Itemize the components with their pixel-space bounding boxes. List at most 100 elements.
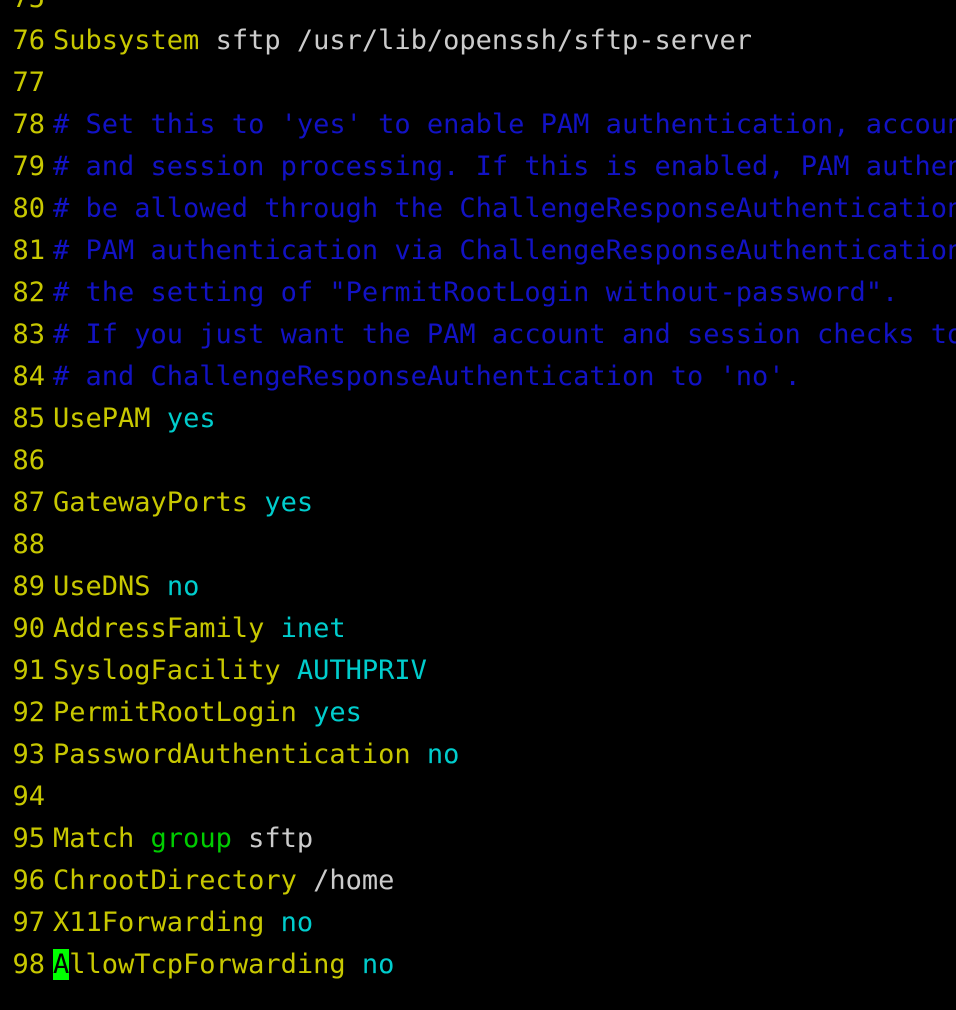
code-line-content: # Set this to 'yes' to enable PAM authen… bbox=[53, 104, 956, 146]
code-token: UseDNS bbox=[53, 571, 151, 602]
line-number: 93 bbox=[0, 734, 53, 776]
code-token bbox=[134, 823, 150, 854]
code-line-content: # and ChallengeResponseAuthentication to… bbox=[53, 356, 956, 398]
code-line[interactable]: 91SyslogFacility AUTHPRIV bbox=[0, 650, 956, 692]
code-line[interactable]: 77 bbox=[0, 62, 956, 104]
line-number: 85 bbox=[0, 398, 53, 440]
code-token: no bbox=[167, 571, 200, 602]
code-token: # be allowed through the ChallengeRespon… bbox=[53, 193, 956, 224]
code-line[interactable]: 92PermitRootLogin yes bbox=[0, 692, 956, 734]
code-token: # and session processing. If this is ena… bbox=[53, 151, 956, 182]
code-token bbox=[264, 613, 280, 644]
code-line[interactable]: 97X11Forwarding no bbox=[0, 902, 956, 944]
line-number: 86 bbox=[0, 440, 53, 482]
code-token: Subsystem bbox=[53, 25, 199, 56]
code-line-content: Match group sftp bbox=[53, 818, 956, 860]
code-token bbox=[411, 739, 427, 770]
code-token: yes bbox=[167, 403, 216, 434]
code-line[interactable]: 75 bbox=[0, 0, 956, 20]
code-token: Match bbox=[53, 823, 134, 854]
code-line[interactable]: 84# and ChallengeResponseAuthentication … bbox=[0, 356, 956, 398]
code-token bbox=[297, 865, 313, 896]
code-line[interactable]: 80# be allowed through the ChallengeResp… bbox=[0, 188, 956, 230]
code-line[interactable]: 83# If you just want the PAM account and… bbox=[0, 314, 956, 356]
code-token: /home bbox=[313, 865, 394, 896]
code-token: sftp /usr/lib/openssh/sftp-server bbox=[216, 25, 752, 56]
code-token: X11Forwarding bbox=[53, 907, 264, 938]
line-number: 78 bbox=[0, 104, 53, 146]
code-line-content: # If you just want the PAM account and s… bbox=[53, 314, 956, 356]
terminal-text-editor[interactable]: 7576Subsystem sftp /usr/lib/openssh/sftp… bbox=[0, 0, 956, 1010]
code-token: inet bbox=[281, 613, 346, 644]
line-number: 80 bbox=[0, 188, 53, 230]
line-number: 97 bbox=[0, 902, 53, 944]
code-token: no bbox=[281, 907, 314, 938]
code-line-content: # be allowed through the ChallengeRespon… bbox=[53, 188, 956, 230]
code-line[interactable]: 85UsePAM yes bbox=[0, 398, 956, 440]
line-number: 89 bbox=[0, 566, 53, 608]
code-token: # and ChallengeResponseAuthentication to… bbox=[53, 361, 801, 392]
line-number: 75 bbox=[0, 0, 53, 20]
code-line-content: PermitRootLogin yes bbox=[53, 692, 956, 734]
code-line-content: GatewayPorts yes bbox=[53, 482, 956, 524]
line-number: 95 bbox=[0, 818, 53, 860]
code-token: # Set this to 'yes' to enable PAM authen… bbox=[53, 109, 956, 140]
code-line-content: ChrootDirectory /home bbox=[53, 860, 956, 902]
code-line[interactable]: 81# PAM authentication via ChallengeResp… bbox=[0, 230, 956, 272]
code-line-content: PasswordAuthentication no bbox=[53, 734, 956, 776]
code-line-content: # the setting of "PermitRootLogin withou… bbox=[53, 272, 956, 314]
text-cursor: A bbox=[53, 949, 69, 980]
line-number: 96 bbox=[0, 860, 53, 902]
code-token bbox=[232, 823, 248, 854]
code-line[interactable]: 79# and session processing. If this is e… bbox=[0, 146, 956, 188]
code-line[interactable]: 96ChrootDirectory /home bbox=[0, 860, 956, 902]
code-token: llowTcpForwarding bbox=[69, 949, 345, 980]
code-token: AUTHPRIV bbox=[297, 655, 427, 686]
code-token: no bbox=[362, 949, 395, 980]
code-token: # the setting of "PermitRootLogin withou… bbox=[53, 277, 898, 308]
code-token: yes bbox=[313, 697, 362, 728]
line-number: 88 bbox=[0, 524, 53, 566]
code-line[interactable]: 87GatewayPorts yes bbox=[0, 482, 956, 524]
code-token bbox=[248, 487, 264, 518]
code-line-content: SyslogFacility AUTHPRIV bbox=[53, 650, 956, 692]
code-token: AddressFamily bbox=[53, 613, 264, 644]
code-token: UsePAM bbox=[53, 403, 151, 434]
line-number: 81 bbox=[0, 230, 53, 272]
line-number: 87 bbox=[0, 482, 53, 524]
line-number: 92 bbox=[0, 692, 53, 734]
code-token: ChrootDirectory bbox=[53, 865, 297, 896]
line-number: 79 bbox=[0, 146, 53, 188]
code-line[interactable]: 82# the setting of "PermitRootLogin with… bbox=[0, 272, 956, 314]
code-line[interactable]: 89UseDNS no bbox=[0, 566, 956, 608]
line-number: 83 bbox=[0, 314, 53, 356]
line-number: 77 bbox=[0, 62, 53, 104]
code-token: no bbox=[427, 739, 460, 770]
code-token: group bbox=[151, 823, 232, 854]
code-line-content: # PAM authentication via ChallengeRespon… bbox=[53, 230, 956, 272]
code-line[interactable]: 76Subsystem sftp /usr/lib/openssh/sftp-s… bbox=[0, 20, 956, 62]
line-number: 94 bbox=[0, 776, 53, 818]
code-line[interactable]: 95Match group sftp bbox=[0, 818, 956, 860]
code-line[interactable]: 98AllowTcpForwarding no bbox=[0, 944, 956, 986]
code-token bbox=[199, 25, 215, 56]
code-line-content: X11Forwarding no bbox=[53, 902, 956, 944]
code-line[interactable]: 88 bbox=[0, 524, 956, 566]
code-line[interactable]: 78# Set this to 'yes' to enable PAM auth… bbox=[0, 104, 956, 146]
code-token: sftp bbox=[248, 823, 313, 854]
code-line[interactable]: 93PasswordAuthentication no bbox=[0, 734, 956, 776]
line-number: 90 bbox=[0, 608, 53, 650]
code-line[interactable]: 94 bbox=[0, 776, 956, 818]
code-line-content: AllowTcpForwarding no bbox=[53, 944, 956, 986]
line-number: 98 bbox=[0, 944, 53, 986]
code-line[interactable]: 90AddressFamily inet bbox=[0, 608, 956, 650]
code-line-content: AddressFamily inet bbox=[53, 608, 956, 650]
code-line[interactable]: 86 bbox=[0, 440, 956, 482]
code-token: yes bbox=[264, 487, 313, 518]
line-number: 82 bbox=[0, 272, 53, 314]
code-token bbox=[346, 949, 362, 980]
code-token: GatewayPorts bbox=[53, 487, 248, 518]
code-token bbox=[264, 907, 280, 938]
code-line-content: Subsystem sftp /usr/lib/openssh/sftp-ser… bbox=[53, 20, 956, 62]
code-line-content: UseDNS no bbox=[53, 566, 956, 608]
